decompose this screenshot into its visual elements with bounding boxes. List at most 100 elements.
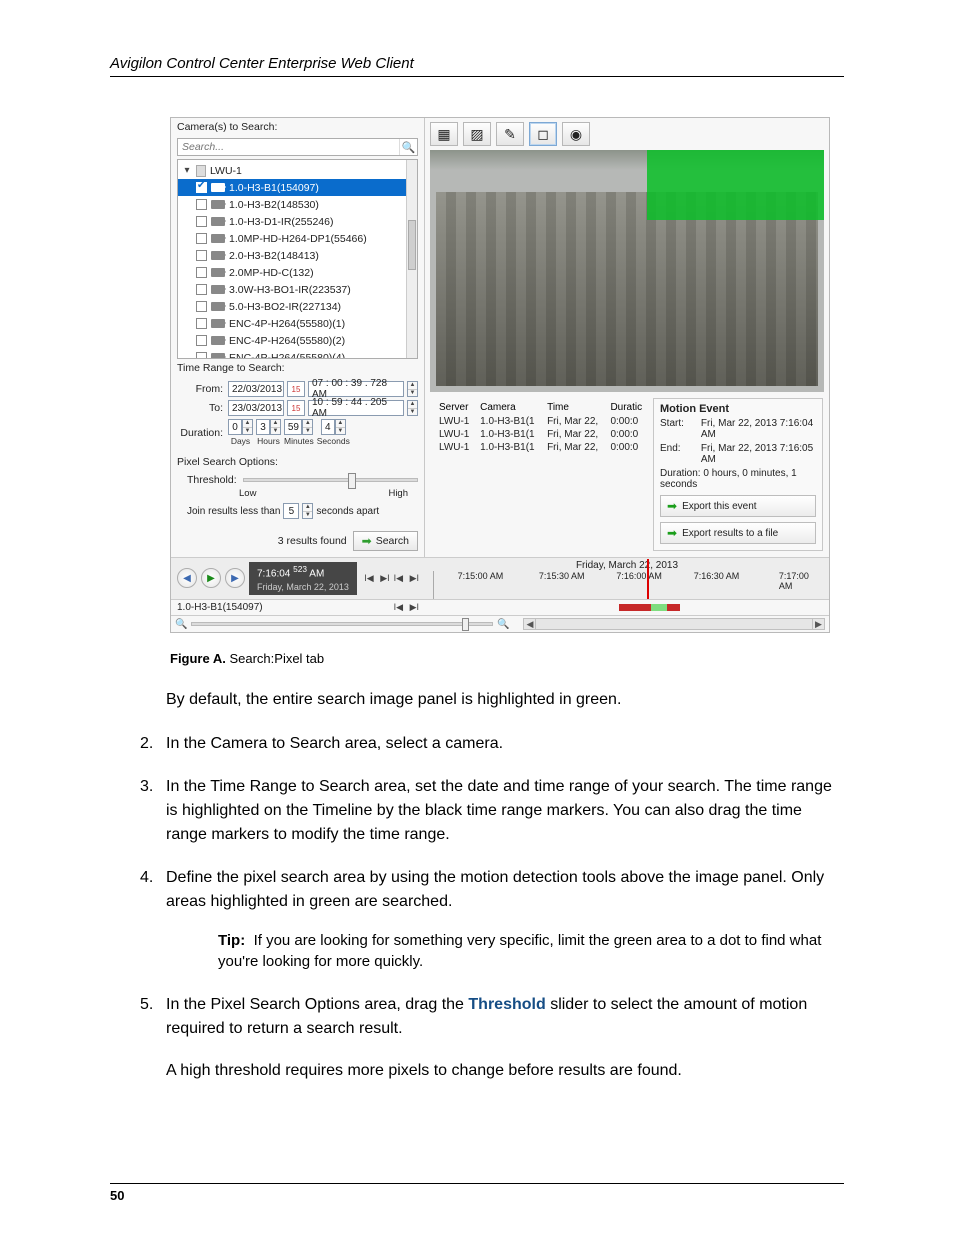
tree-root[interactable]: ▾ LWU-1	[178, 162, 417, 179]
tree-twisty-icon[interactable]: ▾	[182, 165, 192, 176]
checkbox-icon[interactable]	[196, 267, 207, 278]
spinner-icon[interactable]: ▲▼	[270, 419, 281, 435]
join-value-input[interactable]: 5	[283, 503, 299, 519]
tree-item[interactable]: ENC-4P-H264(55580)(4)	[178, 349, 417, 359]
seconds-input[interactable]: 4	[321, 419, 335, 435]
tree-item[interactable]: 1.0-H3-D1-IR(255246)	[178, 213, 417, 230]
col-camera[interactable]: Camera	[476, 400, 543, 415]
zoom-out-icon[interactable]: 🔍	[175, 619, 187, 630]
calendar-icon[interactable]: 15	[287, 381, 305, 397]
draw-tool[interactable]: ✎	[496, 122, 524, 146]
nav-first-last[interactable]: I◀ ▶II◀ ▶I	[364, 573, 419, 584]
timeline-marker[interactable]	[647, 559, 649, 599]
step-fwd-button[interactable]: ▶	[225, 568, 245, 588]
tree-item[interactable]: 1.0-H3-B1(154097)	[178, 179, 417, 196]
col-server[interactable]: Server	[435, 400, 476, 415]
tree-item-label: 1.0-H3-B1(154097)	[229, 182, 319, 194]
tree-item-label: 2.0MP-HD-C(132)	[229, 267, 314, 279]
step-back-button[interactable]: ◀	[177, 568, 197, 588]
checkbox-icon[interactable]	[196, 250, 207, 261]
threshold-slider[interactable]	[243, 478, 418, 482]
tree-item[interactable]: 1.0MP-HD-H264-DP1(55466)	[178, 230, 417, 247]
export-icon: ➡	[667, 499, 677, 513]
spinner-icon[interactable]: ▲▼	[242, 419, 253, 435]
camera-tree[interactable]: ▾ LWU-1 1.0-H3-B1(154097) 1.0-H3-B2(1485…	[177, 159, 418, 359]
spinner-icon[interactable]: ▲▼	[302, 503, 313, 519]
export-event-button[interactable]: ➡Export this event	[660, 495, 816, 517]
low-label: Low	[239, 488, 256, 499]
page-header: Avigilon Control Center Enterprise Web C…	[110, 55, 844, 72]
camera-icon	[211, 268, 225, 277]
tree-scrollbar[interactable]	[406, 160, 417, 358]
tick-label: 7:15:30 AM	[539, 571, 585, 581]
zoom-slider[interactable]	[191, 622, 493, 626]
table-row[interactable]: LWU-11.0-H3-B1(1Fri, Mar 22,0:00:0	[435, 428, 649, 441]
tree-item-label: 2.0-H3-B2(148413)	[229, 250, 319, 262]
checkbox-icon[interactable]	[196, 335, 207, 346]
to-time-input[interactable]: 10 : 59 : 44 . 205 AM	[308, 400, 404, 416]
camera-icon	[211, 285, 225, 294]
spinner-icon[interactable]: ▲▼	[407, 381, 418, 397]
select-all-tool[interactable]: ▦	[430, 122, 458, 146]
image-panel[interactable]	[430, 150, 824, 392]
search-icon[interactable]: 🔍	[399, 139, 417, 155]
checkbox-icon[interactable]	[196, 318, 207, 329]
tree-item[interactable]: 2.0MP-HD-C(132)	[178, 264, 417, 281]
clear-all-tool[interactable]: ▨	[463, 122, 491, 146]
duration-value: Duration: 0 hours, 0 minutes, 1 seconds	[660, 468, 816, 490]
tree-item-label: 1.0-H3-B2(148530)	[229, 199, 319, 211]
cameras-label: Camera(s) to Search:	[171, 118, 424, 135]
table-row[interactable]: LWU-11.0-H3-B1(1Fri, Mar 22,0:00:0	[435, 415, 649, 428]
tree-item[interactable]: ENC-4P-H264(55580)(1)	[178, 315, 417, 332]
hours-input[interactable]: 3	[256, 419, 270, 435]
tick-label: 7:15:00 AM	[458, 571, 504, 581]
checkbox-icon[interactable]	[196, 216, 207, 227]
col-duration[interactable]: Duratic	[606, 400, 649, 415]
tree-item[interactable]: 2.0-H3-B2(148413)	[178, 247, 417, 264]
spinner-icon[interactable]: ▲▼	[302, 419, 313, 435]
tree-item-label: ENC-4P-H264(55580)(4)	[229, 352, 345, 360]
camera-timeline[interactable]	[425, 601, 829, 614]
minutes-input[interactable]: 59	[284, 419, 302, 435]
tree-item[interactable]: 5.0-H3-BO2-IR(227134)	[178, 298, 417, 315]
from-label: From:	[177, 383, 223, 395]
h-scrollbar[interactable]: ◀▶	[523, 618, 825, 630]
spinner-icon[interactable]: ▲▼	[407, 400, 418, 416]
tree-item[interactable]: 1.0-H3-B2(148530)	[178, 196, 417, 213]
spinner-icon[interactable]: ▲▼	[335, 419, 346, 435]
hours-unit: Hours	[257, 436, 280, 446]
tree-item-label: ENC-4P-H264(55580)(2)	[229, 335, 345, 347]
tree-item[interactable]: ENC-4P-H264(55580)(2)	[178, 332, 417, 349]
camera-icon	[211, 336, 225, 345]
camera-search-input[interactable]: 🔍	[177, 138, 418, 156]
checkbox-icon[interactable]	[196, 199, 207, 210]
checkbox-icon[interactable]	[196, 233, 207, 244]
results-table[interactable]: Server Camera Time Duratic LWU-11.0-H3-B…	[425, 392, 653, 557]
tree-item[interactable]: 3.0W-H3-BO1-IR(223537)	[178, 281, 417, 298]
export-file-button[interactable]: ➡Export results to a file	[660, 522, 816, 544]
end-value: Fri, Mar 22, 2013 7:16:05 AM	[701, 443, 816, 465]
checkbox-icon[interactable]	[196, 352, 207, 359]
zoom-in-icon[interactable]: 🔍	[497, 619, 509, 630]
tree-item-label: ENC-4P-H264(55580)(1)	[229, 318, 345, 330]
nav-first-last[interactable]: I◀ ▶I	[394, 602, 419, 613]
search-button[interactable]: ➡ Search	[353, 531, 418, 551]
from-time-input[interactable]: 07 : 00 : 39 . 728 AM	[308, 381, 404, 397]
play-button[interactable]: ▶	[201, 568, 221, 588]
checkbox-icon[interactable]	[196, 182, 207, 193]
to-date-input[interactable]: 23/03/2013	[228, 400, 284, 416]
erase-tool[interactable]: ◉	[562, 122, 590, 146]
threshold-keyword: Threshold	[468, 996, 545, 1013]
table-row[interactable]: LWU-11.0-H3-B1(1Fri, Mar 22,0:00:0	[435, 441, 649, 454]
list-item: In the Camera to Search area, select a c…	[110, 732, 844, 756]
camera-search-field[interactable]	[178, 139, 399, 155]
rect-tool[interactable]: ◻	[529, 122, 557, 146]
from-date-input[interactable]: 22/03/2013	[228, 381, 284, 397]
checkbox-icon[interactable]	[196, 301, 207, 312]
col-time[interactable]: Time	[543, 400, 606, 415]
days-input[interactable]: 0	[228, 419, 242, 435]
playback-time: 7:16:04 523 AM Friday, March 22, 2013	[249, 562, 357, 594]
checkbox-icon[interactable]	[196, 284, 207, 295]
timeline[interactable]: 7:15:00 AM 7:15:30 AM 7:16:00 AM 7:16:30…	[433, 571, 821, 599]
calendar-icon[interactable]: 15	[287, 400, 305, 416]
